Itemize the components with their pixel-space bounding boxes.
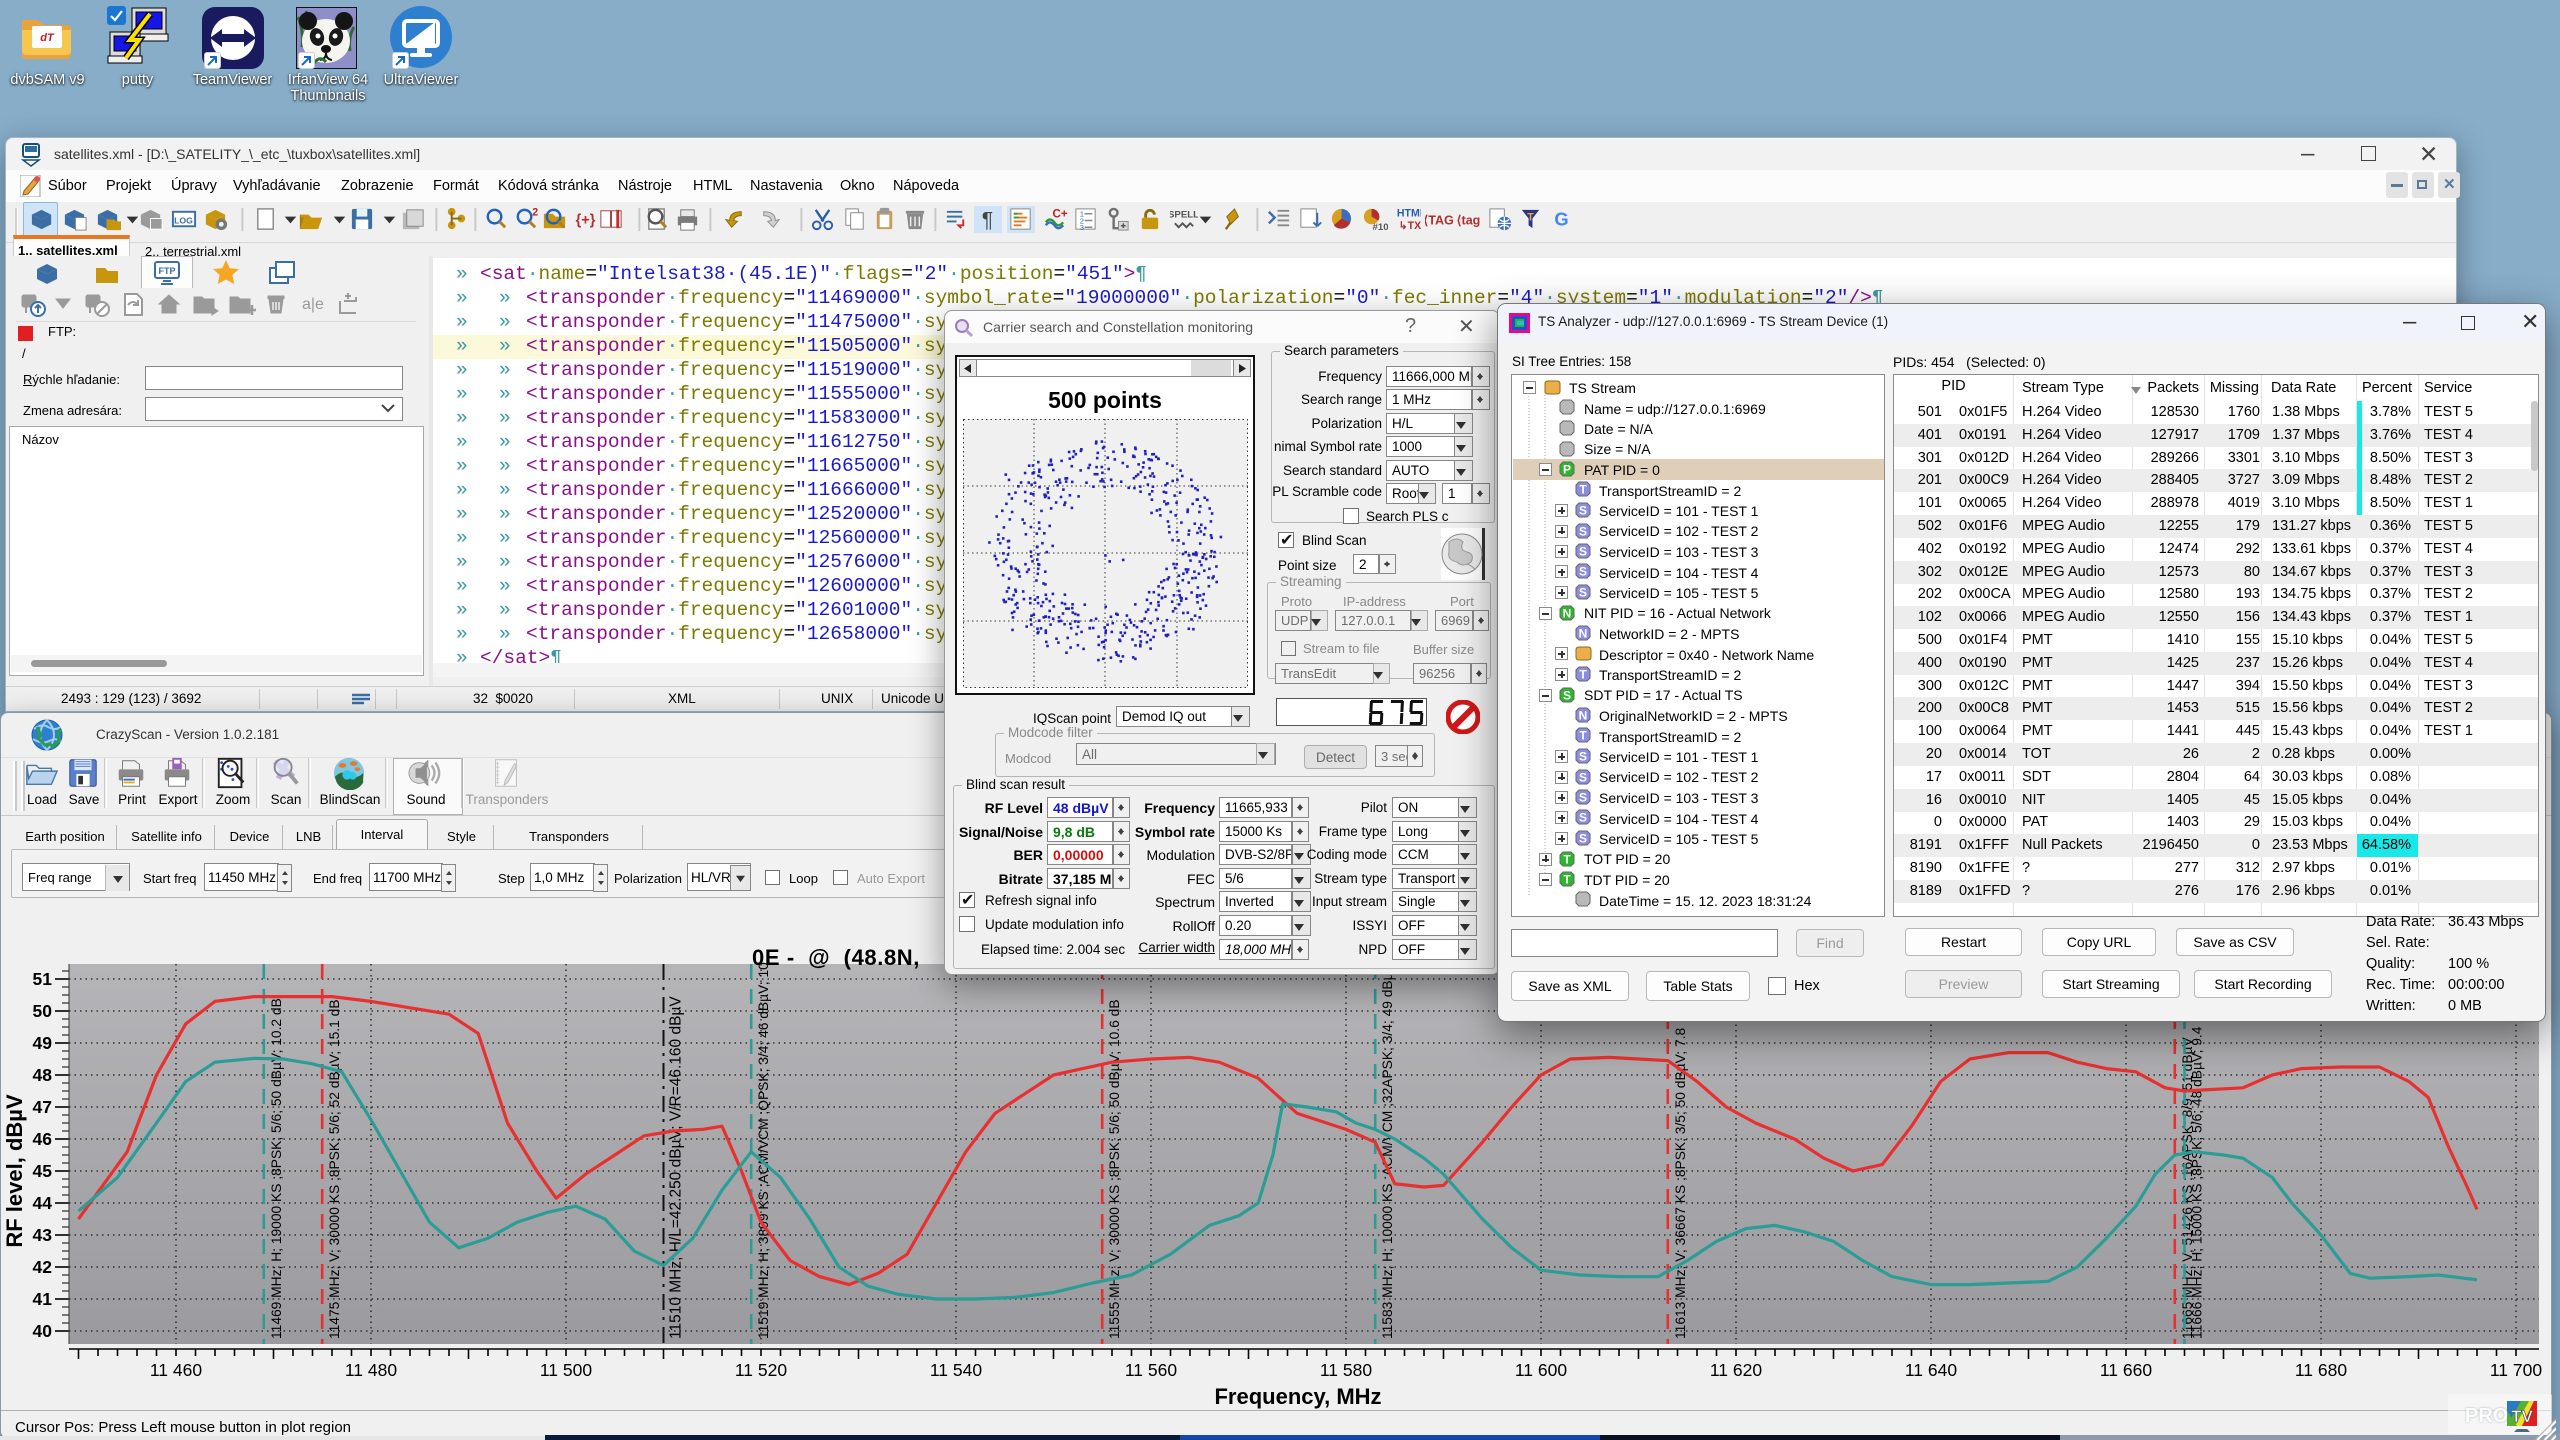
svg-text:T: T — [1563, 853, 1571, 867]
svg-text:3: 3 — [1080, 223, 1084, 232]
svg-text:11 640: 11 640 — [1905, 1360, 1957, 1380]
svg-text:dT: dT — [40, 32, 55, 44]
svg-text:RF level, dBµV: RF level, dBµV — [2, 1094, 27, 1248]
svg-text:LOG: LOG — [174, 215, 193, 225]
svg-text:11 620: 11 620 — [1710, 1360, 1762, 1380]
svg-text:11 680: 11 680 — [2295, 1360, 2347, 1380]
svg-text:G: G — [1554, 208, 1568, 229]
svg-text:11555 MHz; V; 30000 KS ;8PSK;: 11555 MHz; V; 30000 KS ;8PSK; 5/6; 50 dB… — [1107, 999, 1122, 1339]
svg-text:S: S — [1579, 750, 1587, 764]
svg-text:S: S — [1579, 771, 1587, 785]
svg-text:11666 MHz; H; 15000 KS ;8PSK;: 11666 MHz; H; 15000 KS ;8PSK; 5/6; 48 dB… — [2190, 1026, 2205, 1339]
svg-text:45: 45 — [33, 1161, 53, 1181]
svg-text:40: 40 — [33, 1321, 53, 1341]
svg-text:T: T — [1579, 668, 1587, 682]
svg-text:⟨TAG: ⟨TAG — [1425, 213, 1453, 227]
svg-text:46: 46 — [33, 1129, 53, 1149]
svg-text:TV: TV — [2511, 1407, 2533, 1426]
svg-text:11475 MHz; V; 30000 KS ;8PSK;: 11475 MHz; V; 30000 KS ;8PSK; 5/6; 52 dB… — [327, 999, 342, 1339]
svg-text:S: S — [1579, 811, 1587, 825]
svg-text:11519 MHz; H; 3809 KS ;ACM/VCM: 11519 MHz; H; 3809 KS ;ACM/VCM ;QPSK; 3/… — [756, 962, 771, 1339]
svg-text:T: T — [1579, 483, 1587, 497]
svg-text:S: S — [1579, 586, 1587, 600]
svg-text:S: S — [1579, 832, 1587, 846]
svg-text:44: 44 — [33, 1193, 53, 1213]
svg-text:47: 47 — [33, 1097, 52, 1117]
svg-text:51: 51 — [33, 969, 53, 989]
svg-text:43: 43 — [33, 1225, 53, 1245]
svg-text:11 600: 11 600 — [1515, 1360, 1567, 1380]
svg-text:P: P — [1563, 463, 1571, 477]
svg-text:HTML: HTML — [1397, 208, 1421, 220]
svg-text:11 580: 11 580 — [1320, 1360, 1372, 1380]
svg-text:S: S — [1579, 545, 1587, 559]
svg-text:2: 2 — [532, 207, 538, 219]
svg-text:41: 41 — [33, 1289, 53, 1309]
svg-text:T: T — [1579, 729, 1587, 743]
svg-text:a|e: a|e — [302, 296, 324, 313]
svg-text:FTP: FTP — [159, 266, 176, 276]
svg-text:S: S — [1579, 504, 1587, 518]
svg-text:11 460: 11 460 — [150, 1360, 202, 1380]
svg-text:#10: #10 — [1373, 222, 1388, 233]
svg-text:N: N — [1563, 607, 1572, 621]
svg-text:0E - @ (48.8N,: 0E - @ (48.8N, — [752, 945, 920, 970]
svg-text:S: S — [1579, 791, 1587, 805]
svg-text:⟨tag: ⟨tag — [1457, 213, 1481, 227]
svg-text:¶: ¶ — [982, 208, 993, 231]
svg-text:N: N — [1579, 627, 1588, 641]
svg-text:11 500: 11 500 — [540, 1360, 592, 1380]
svg-text:T: T — [1527, 211, 1534, 223]
svg-text:11 540: 11 540 — [930, 1360, 982, 1380]
svg-text:↳TXT: ↳TXT — [1399, 220, 1421, 232]
svg-text:49: 49 — [33, 1033, 53, 1053]
svg-text:S: S — [1579, 565, 1587, 579]
svg-text:Frequency, MHz: Frequency, MHz — [1214, 1384, 1381, 1409]
svg-text:11 480: 11 480 — [345, 1360, 397, 1380]
svg-text:N: N — [1579, 709, 1588, 723]
svg-text:11 560: 11 560 — [1125, 1360, 1177, 1380]
svg-text:C++: C++ — [1053, 209, 1068, 221]
svg-text:11469 MHz; H; 19000 KS ;8PSK;: 11469 MHz; H; 19000 KS ;8PSK; 5/6; 50 dB… — [269, 998, 284, 1339]
svg-text:50: 50 — [33, 1001, 53, 1021]
svg-text:11510 MHz; H/L=42.250 dBµV;: 11510 MHz; H/L=42.250 dBµV; V/R=46.160 d… — [668, 996, 685, 1339]
svg-text:11 660: 11 660 — [2100, 1360, 2152, 1380]
svg-text:11 700: 11 700 — [2490, 1360, 2542, 1380]
svg-text:S: S — [1563, 689, 1571, 703]
svg-text:SPELL: SPELL — [1170, 210, 1198, 221]
svg-text:42: 42 — [33, 1257, 53, 1277]
svg-text:S: S — [1579, 525, 1587, 539]
svg-text:48: 48 — [33, 1065, 53, 1085]
svg-text:11583 MHz; H; 10000 KS ;ACM/VC: 11583 MHz; H; 10000 KS ;ACM/VCM ;32APSK;… — [1380, 962, 1395, 1339]
svg-text:{+}: {+} — [576, 212, 596, 228]
svg-text:T: T — [1563, 873, 1571, 887]
svg-text:11 520: 11 520 — [735, 1360, 787, 1380]
